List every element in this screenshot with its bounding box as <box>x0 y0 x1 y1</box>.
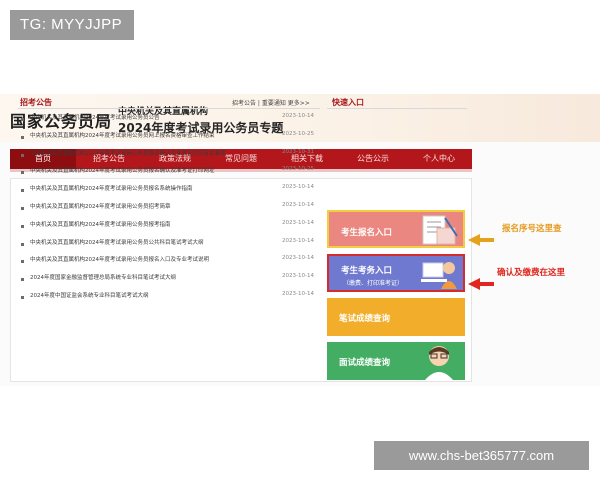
exam-candidate-icon <box>421 262 457 289</box>
notice-row[interactable]: 2024年度国家金融监督管理总局系统专业科目笔试考试大纲 2023-10-14 <box>18 270 320 288</box>
notices-header-links[interactable]: 招考公告 | 重要通知 更多>> <box>232 98 310 107</box>
quick-entry-divider <box>327 108 467 109</box>
nav-item-publicity[interactable]: 公告公示 <box>340 149 406 169</box>
notices-divider <box>18 108 320 109</box>
arrow-left-icon <box>468 234 494 246</box>
notice-row[interactable]: 中央机关及其直属机构2024年度考试录用公务员报考指南 2023-10-14 <box>18 217 320 235</box>
notice-title[interactable]: 中央机关及其直属机构2024年度考试录用公务员公告 <box>30 113 274 121</box>
registration-entry-label: 考生报名入口 <box>341 228 393 238</box>
registration-entry-button[interactable]: 考生报名入口 <box>327 210 465 248</box>
notice-row[interactable]: 中央机关及其直属机构2024年度考试录用公务员招考简章 2023-10-14 <box>18 199 320 217</box>
arrow-left-icon <box>468 278 494 290</box>
notice-date: 2023-10-14 <box>282 237 314 244</box>
notice-date: 2023-10-31 <box>282 148 314 155</box>
annotation-confirm-pay: 确认及缴费在这里 <box>497 268 566 278</box>
bullet-icon <box>21 153 24 157</box>
notice-title[interactable]: 2024年度中国证监会系统专业科目笔试考试大纲 <box>30 291 274 299</box>
notice-title[interactable]: 2024年度国家金融监督管理总局系统专业科目笔试考试大纲 <box>30 273 274 281</box>
notice-date: 2023-10-14 <box>282 184 314 191</box>
notice-row[interactable]: 中央机关及其直属机构2024年度考试录用公务员公共科目笔试考试大纲 2023-10… <box>18 235 320 253</box>
annotation-serial-number: 报名序号这里查 <box>502 224 562 234</box>
notice-title[interactable]: 中央机关及其直属机构2024年度考试录用公务员报考指南 <box>30 220 274 228</box>
written-score-button[interactable]: 笔试成绩查询 <box>327 298 465 336</box>
exam-affairs-entry-button[interactable]: 考生考务入口 （缴费、打印准考证） <box>327 254 465 292</box>
notice-row[interactable]: 2024年度中国证监会系统专业科目笔试考试大纲 2023-10-14 <box>18 288 320 306</box>
quick-entry-heading: 快速入口 <box>332 98 364 107</box>
notice-date: 2023-10-14 <box>282 273 314 280</box>
exam-affairs-entry-label: 考生考务入口 <box>341 266 393 276</box>
watermark-tag: TG: MYYJJPP <box>10 10 134 40</box>
bullet-icon <box>21 260 24 264</box>
watermark-url: www.chs-bet365777.com <box>374 441 589 470</box>
bullet-icon <box>21 295 24 299</box>
notice-row[interactable]: 中央机关及其直属机构2024年度考试录用公务员网上报名资格审查工作结束 2023-… <box>18 128 320 146</box>
bullet-icon <box>21 171 24 175</box>
notices-list: 中央机关及其直属机构2024年度考试录用公务员公告 2023-10-14 中央机关及… <box>18 110 320 306</box>
notice-title[interactable]: 中央机关及其直属机构2024年度考试录用公务员招考简章 <box>30 202 274 210</box>
notice-row[interactable]: 中央机关及其直属机构2024年度考试录用公务员报名确认及准考证打印网址 2023-… <box>18 163 320 181</box>
notice-title[interactable]: 中央机关及其直属机构2024年度考试录用公务员网上报名资格审查工作结束 <box>30 131 274 139</box>
notice-row[interactable]: 中央机关及其直属机构2024年度考试录用公务员报名入口及专业考试说明 2023-1… <box>18 252 320 270</box>
notice-title[interactable]: 中央机关及其直属机构2024年度考试录用公务员报名确认及准考证打印网址 <box>30 166 274 174</box>
notice-row[interactable]: 中央机关及其直属机构2024年度考试录用公务员公告 2023-10-14 <box>18 110 320 128</box>
notice-title[interactable]: 中央机关及其直属机构2024年度考试录用公务员报名入口及专业考试说明 <box>30 255 274 263</box>
bullet-icon <box>21 278 24 282</box>
bullet-icon <box>21 118 24 121</box>
bullet-icon <box>21 206 24 210</box>
bullet-icon <box>21 242 24 246</box>
notice-date: 2023-10-14 <box>282 290 314 297</box>
notice-row[interactable]: 中央机关及其直属机构2024年度考试录用公务员报名系统操作指南 2023-10-1… <box>18 181 320 199</box>
notice-date: 2023-10-25 <box>282 166 314 173</box>
notice-date: 2023-10-14 <box>282 113 314 119</box>
document-form-icon <box>422 215 458 245</box>
notice-title[interactable]: 中央机关及其直属机构2024年度考试录用公务员公共科目笔试考试大纲 <box>30 238 274 246</box>
notice-date: 2023-10-25 <box>282 130 314 137</box>
notice-date: 2023-10-14 <box>282 255 314 262</box>
notice-title[interactable]: 中央机关及其直属机构2024年度考试录用公务员报名系统操作指南 <box>30 184 274 192</box>
written-score-label: 笔试成绩查询 <box>339 314 391 324</box>
nav-item-personal-center[interactable]: 个人中心 <box>406 149 472 169</box>
exam-affairs-entry-sublabel: （缴费、打印准考证） <box>343 280 404 287</box>
doctor-avatar-icon <box>425 346 453 380</box>
notice-date: 2023-10-14 <box>282 219 314 226</box>
interview-score-label: 面试成绩查询 <box>339 358 391 368</box>
notices-heading: 招考公告 <box>20 98 52 107</box>
bullet-icon <box>21 135 24 139</box>
notice-date: 2023-10-14 <box>282 201 314 208</box>
bullet-icon <box>21 224 24 228</box>
bullet-icon <box>21 189 24 193</box>
notice-title[interactable]: 中央机关及其直属机构2024年度考试录用公务员报名确认及准考证打印有关事项 <box>30 149 274 157</box>
interview-score-button[interactable]: 面试成绩查询 <box>327 342 465 380</box>
notice-row[interactable]: 中央机关及其直属机构2024年度考试录用公务员报名确认及准考证打印有关事项 202… <box>18 146 320 164</box>
